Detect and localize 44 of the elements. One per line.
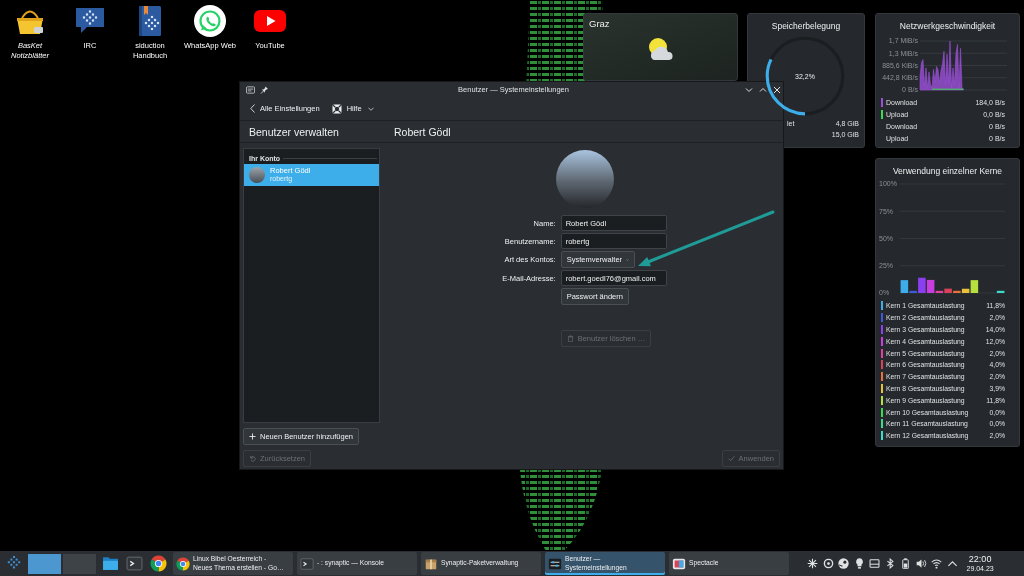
- disc-icon[interactable]: [838, 558, 849, 569]
- chat-phone-icon: [194, 5, 226, 37]
- caret-down-icon: [367, 106, 374, 111]
- sun-cloud-icon: [646, 37, 675, 61]
- folder-icon[interactable]: [102, 555, 119, 572]
- caret-up-icon[interactable]: [946, 558, 958, 569]
- weather-location: Graz: [589, 18, 610, 29]
- maximize-icon[interactable]: [759, 85, 767, 94]
- bluetooth-icon[interactable]: [884, 558, 896, 569]
- battery-icon[interactable]: [900, 558, 911, 569]
- close-icon[interactable]: [773, 85, 781, 94]
- terminal-icon[interactable]: [126, 555, 143, 572]
- lightbulb-icon[interactable]: [853, 558, 865, 569]
- avatar-photo: [249, 167, 265, 183]
- checkmark-icon: [727, 454, 735, 462]
- bar: [996, 290, 1005, 293]
- sliders-icon: [548, 556, 562, 571]
- desktop-pager-tile[interactable]: [62, 552, 97, 575]
- page-title: Robert Gödl: [393, 125, 451, 138]
- widget-title: Netzwerkgeschwindigkeit: [898, 20, 997, 32]
- lifebuoy-icon: [331, 103, 342, 114]
- clock-time[interactable]: 22:00: [968, 554, 992, 565]
- desktop-pager-tile[interactable]: [27, 552, 62, 575]
- line-series: [931, 88, 964, 90]
- widget-title: Verwendung einzelner Kerne: [891, 165, 1004, 177]
- browser-icon: [176, 556, 190, 571]
- plus-icon: [249, 433, 256, 440]
- sidebar-title: Benutzer verwalten: [248, 125, 339, 138]
- browser-icon[interactable]: [150, 555, 167, 572]
- wifi-icon[interactable]: [931, 558, 942, 569]
- trash-icon: [566, 335, 574, 342]
- chevron-left-icon: [250, 104, 255, 113]
- window-menu-icon[interactable]: [246, 85, 255, 94]
- speaker-icon[interactable]: [915, 558, 927, 569]
- minimize-icon[interactable]: [745, 85, 753, 94]
- terminal-icon: [300, 556, 314, 571]
- undo-icon: [249, 454, 256, 462]
- ring-icon[interactable]: [822, 558, 834, 569]
- area-series: [919, 40, 964, 91]
- widget-title: Speicherbelegung: [770, 20, 842, 32]
- asterisk-icon[interactable]: [807, 558, 818, 569]
- screen-icon: [672, 556, 686, 571]
- pin-icon[interactable]: [260, 85, 269, 94]
- drive-icon[interactable]: [869, 558, 880, 569]
